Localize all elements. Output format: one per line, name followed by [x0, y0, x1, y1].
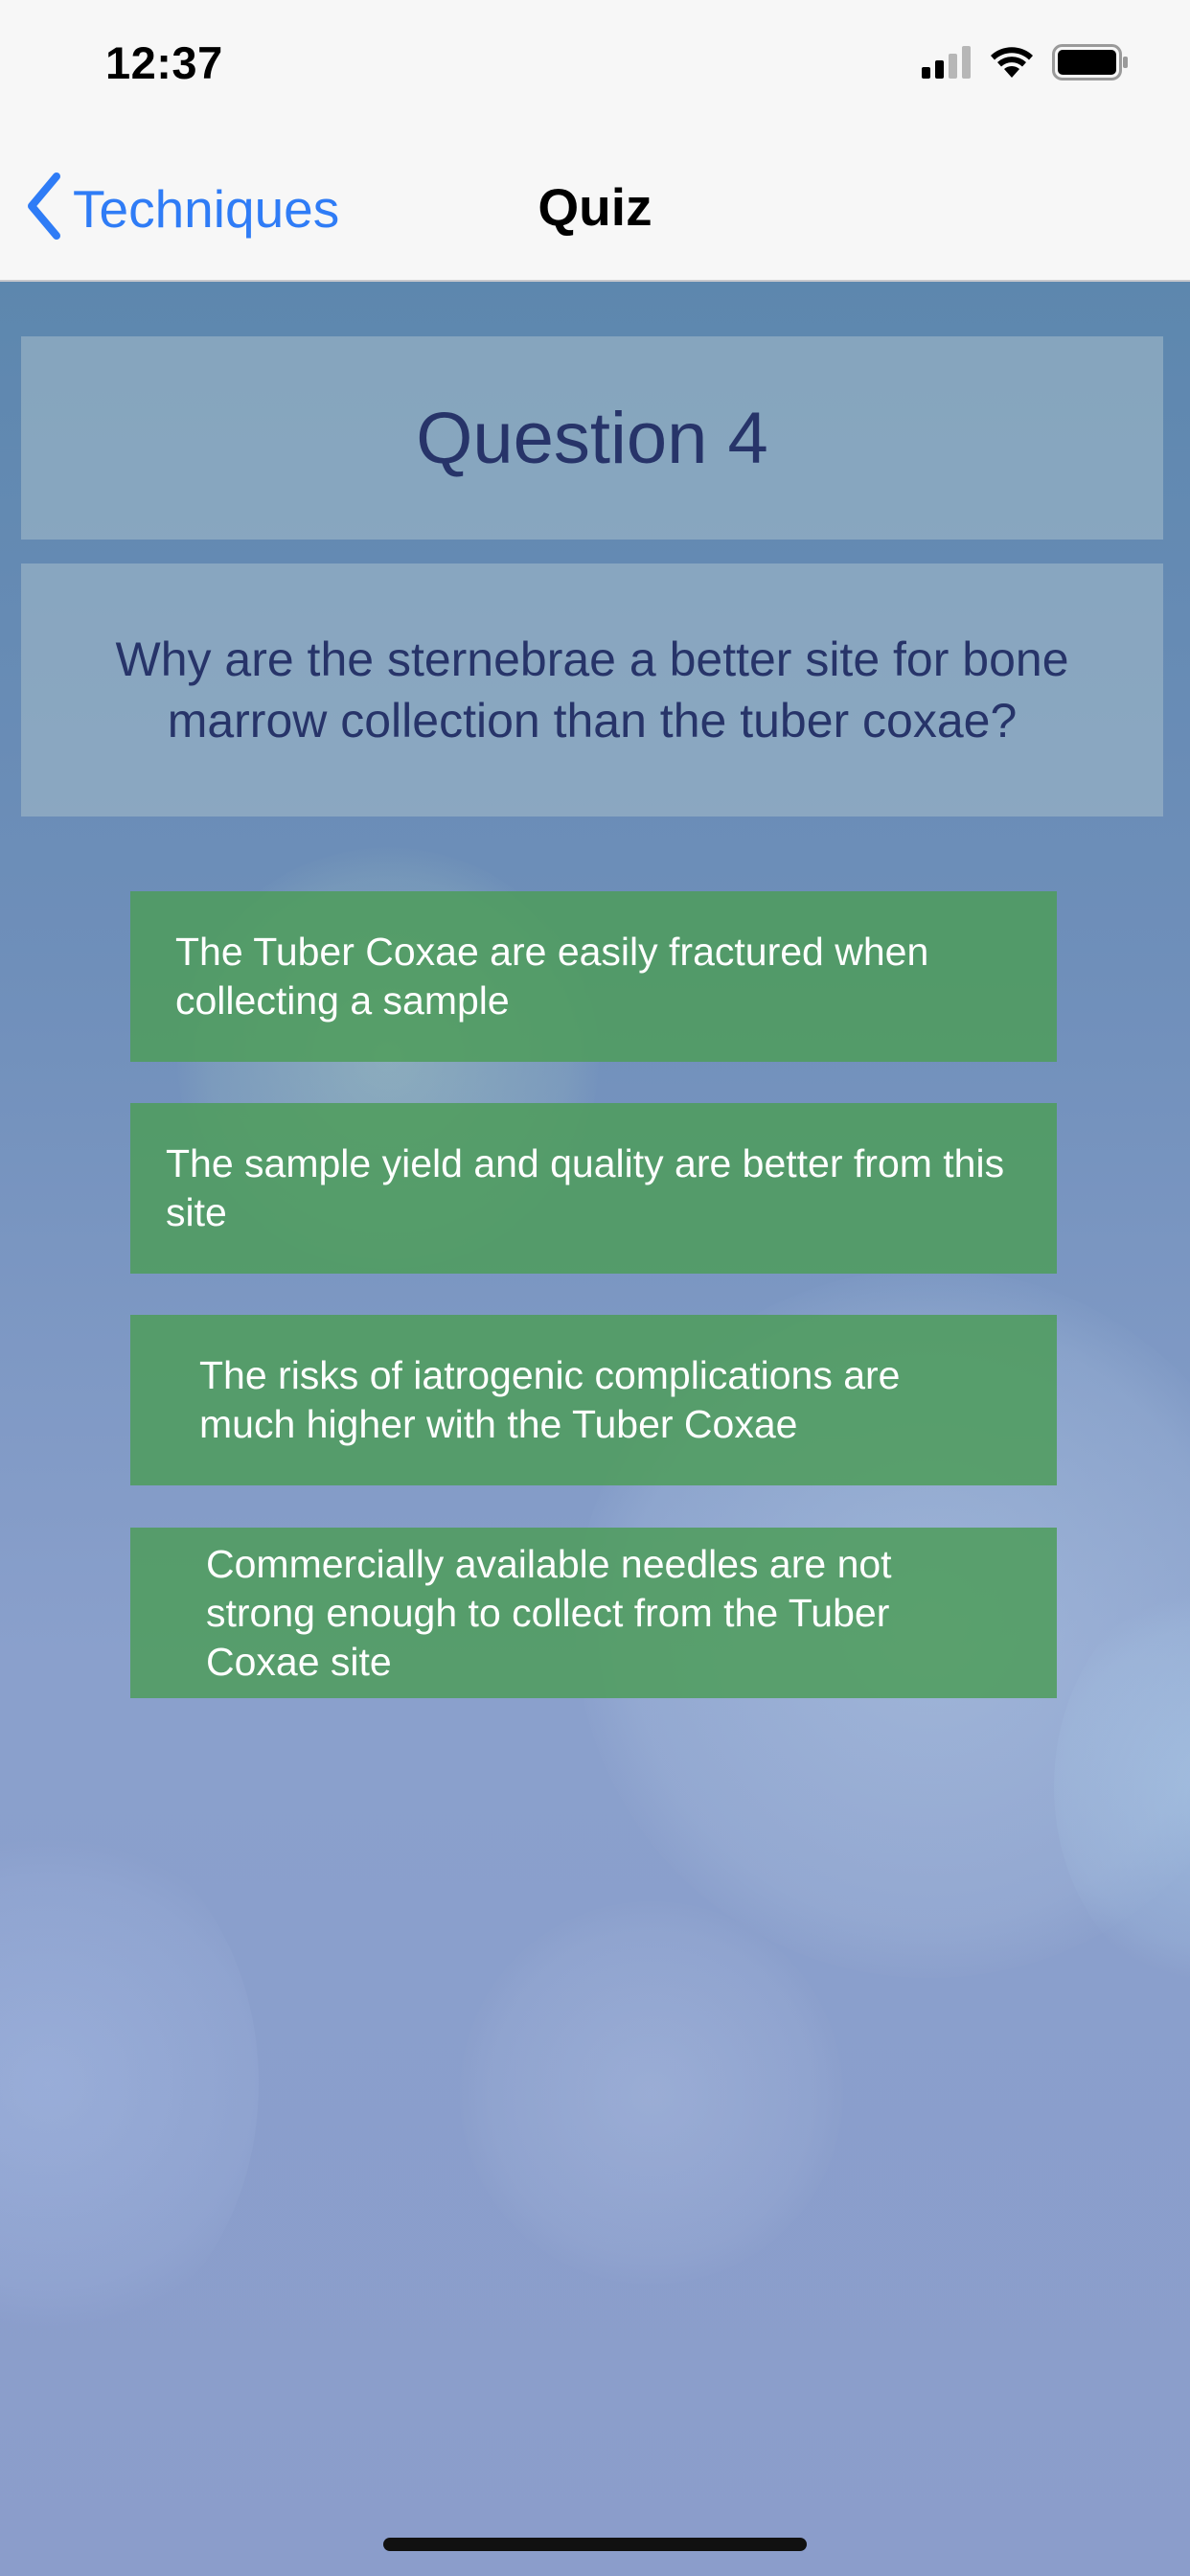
answer-option-label: The risks of iatrogenic complications ar… [199, 1353, 901, 1446]
battery-icon [1052, 44, 1129, 85]
answer-option-label: The sample yield and quality are better … [166, 1141, 1005, 1234]
background-bokeh [460, 1901, 843, 2285]
answer-option-3[interactable]: The risks of iatrogenic complications ar… [130, 1315, 1057, 1485]
status-icons [922, 44, 1129, 85]
cellular-signal-icon [922, 46, 972, 83]
question-number: Question 4 [416, 397, 768, 479]
status-time: 12:37 [105, 37, 223, 88]
question-text: Why are the sternebrae a better site for… [115, 632, 1069, 748]
question-header: Question 4 [21, 336, 1163, 540]
navigation-bar: Techniques Quiz [0, 126, 1190, 282]
page-title: Quiz [538, 177, 652, 237]
answer-option-label: Commercially available needles are not s… [206, 1541, 892, 1684]
question-box: Why are the sternebrae a better site for… [21, 564, 1163, 816]
background-bokeh [1054, 1576, 1190, 1997]
wifi-icon [989, 45, 1035, 84]
home-indicator[interactable] [383, 2538, 807, 2551]
answer-option-1[interactable]: The Tuber Coxae are easily fractured whe… [130, 891, 1057, 1062]
quiz-content: Question 4 Why are the sternebrae a bett… [0, 282, 1190, 2576]
answer-option-2[interactable]: The sample yield and quality are better … [130, 1103, 1057, 1274]
background-bokeh [0, 1815, 259, 2352]
answer-option-4[interactable]: Commercially available needles are not s… [130, 1528, 1057, 1698]
status-bar: 12:37 [0, 0, 1190, 126]
answer-option-label: The Tuber Coxae are easily fractured whe… [175, 930, 929, 1023]
